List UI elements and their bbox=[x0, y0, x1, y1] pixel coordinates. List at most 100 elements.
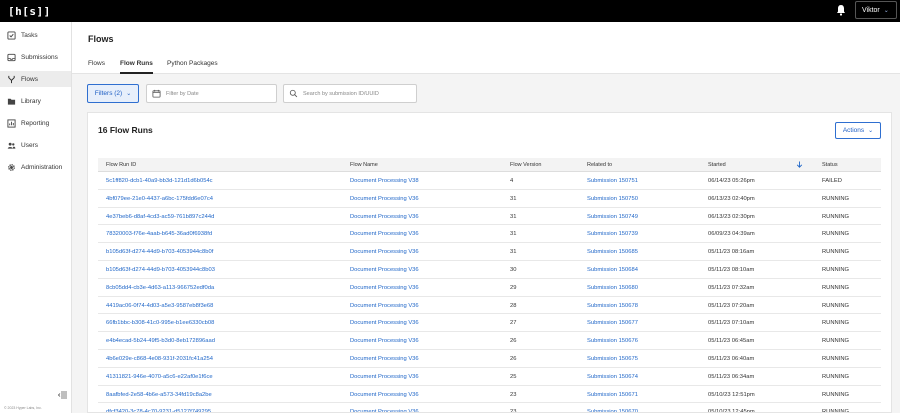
related-submission-link[interactable]: Submission 150670 bbox=[587, 409, 638, 412]
filters-button[interactable]: Filters (2) ⌄ bbox=[87, 84, 139, 103]
sidebar-item-users[interactable]: Users bbox=[0, 137, 71, 153]
related-submission-link[interactable]: Submission 150677 bbox=[587, 320, 638, 326]
flow-run-id-link[interactable]: e4b4ecad-5b24-49f5-b3d0-8eb172896aad bbox=[106, 338, 215, 344]
search-input[interactable] bbox=[303, 90, 413, 97]
column-header-started[interactable]: Started bbox=[708, 162, 726, 168]
started-cell: 06/14/23 05:26pm bbox=[708, 178, 755, 184]
flow-name-link[interactable]: Document Processing V36 bbox=[350, 409, 419, 412]
started-cell: 05/11/23 07:32am bbox=[708, 284, 755, 291]
flow-name-link[interactable]: Document Processing V36 bbox=[350, 231, 419, 237]
tab-python-packages[interactable]: Python Packages bbox=[167, 60, 218, 74]
column-header-flow-name[interactable]: Flow Name bbox=[350, 162, 378, 168]
table-row[interactable]: 8aafbfed-2e58-4b6e-a573-34fd19c8a2be Docu… bbox=[98, 386, 881, 404]
table-row[interactable]: 4bf079ee-21e0-4437-a6bc-175fdd6e07c4 Docu… bbox=[98, 190, 881, 208]
table-row[interactable]: e4b4ecad-5b24-49f5-b3d0-8eb172896aad Docu… bbox=[98, 332, 881, 350]
flow-run-id-link[interactable]: 78320003-f76e-4aab-b645-36ad0f6938fd bbox=[106, 231, 212, 237]
flow-version-cell: 31 bbox=[510, 249, 517, 256]
flow-run-id-link[interactable]: 4e37beb6-d8af-4cd3-ac59-761b897c244d bbox=[106, 214, 214, 220]
table-row[interactable]: 66fb1bbc-b308-41c0-995e-b1ee6330cb08 Docu… bbox=[98, 314, 881, 333]
flow-name-link[interactable]: Document Processing V36 bbox=[350, 249, 419, 255]
actions-button[interactable]: Actions ⌄ bbox=[835, 122, 881, 139]
table-row[interactable]: 78320003-f76e-4aab-b645-36ad0f6938fd Docu… bbox=[98, 225, 881, 244]
table-row[interactable]: b105d63f-d274-44d9-b703-4053944c8b0f Docu… bbox=[98, 243, 881, 261]
sidebar-item-administration[interactable]: Administration bbox=[0, 159, 71, 175]
table-row[interactable]: 4419ac06-0f74-4d03-a5e3-9587eb8f3e68 Docu… bbox=[98, 297, 881, 315]
related-submission-link[interactable]: Submission 150684 bbox=[587, 267, 638, 273]
flow-run-id-link[interactable]: 4b6e029e-c868-4e08-931f-2031fc41a254 bbox=[106, 356, 213, 362]
started-cell: 05/11/23 08:16am bbox=[708, 249, 755, 256]
started-cell: 05/11/23 06:40am bbox=[708, 355, 755, 362]
users-icon bbox=[7, 142, 16, 149]
table-row[interactable]: 4e37beb6-d8af-4cd3-ac59-761b897c244d Docu… bbox=[98, 208, 881, 226]
date-filter-field[interactable] bbox=[146, 84, 277, 103]
flow-name-link[interactable]: Document Processing V36 bbox=[350, 338, 419, 344]
flow-run-id-link[interactable]: 5c1ff820-dcb1-40a9-bb3d-121d1d6b054c bbox=[106, 178, 213, 184]
started-cell: 05/11/23 07:10am bbox=[708, 320, 755, 327]
app-logo[interactable]: [h[s]] bbox=[8, 5, 51, 18]
calendar-icon bbox=[152, 89, 161, 98]
chart-icon bbox=[7, 118, 16, 128]
table-row[interactable]: b105d63f-d274-44d9-b703-4053944c8b03 Docu… bbox=[98, 261, 881, 279]
related-submission-link[interactable]: Submission 150671 bbox=[587, 392, 638, 398]
column-header-related-to[interactable]: Related to bbox=[587, 162, 612, 168]
related-submission-link[interactable]: Submission 150739 bbox=[587, 231, 638, 237]
page-header: Flows Flows Flow Runs Python Packages bbox=[72, 22, 900, 74]
search-icon bbox=[289, 89, 298, 98]
flow-name-link[interactable]: Document Processing V36 bbox=[350, 196, 419, 202]
column-header-flow-version[interactable]: Flow Version bbox=[510, 162, 542, 168]
flow-run-id-link[interactable]: b105d63f-d274-44d9-b703-4053944c8b03 bbox=[106, 267, 215, 273]
flow-name-link[interactable]: Document Processing V36 bbox=[350, 320, 419, 326]
tab-flow-runs[interactable]: Flow Runs bbox=[120, 60, 153, 74]
column-header-flow-run-id[interactable]: Flow Run ID bbox=[106, 162, 136, 168]
flow-run-id-link[interactable]: 66fb1bbc-b308-41c0-995e-b1ee6330cb08 bbox=[106, 320, 214, 326]
sidebar-item-flows[interactable]: Flows bbox=[0, 71, 71, 87]
flow-name-link[interactable]: Document Processing V38 bbox=[350, 178, 419, 184]
flow-run-id-link[interactable]: 4bf079ee-21e0-4437-a6bc-175fdd6e07c4 bbox=[106, 196, 213, 202]
sidebar-item-label: Reporting bbox=[21, 119, 50, 127]
top-bar: [h[s]] Viktor ⌄ bbox=[0, 0, 900, 22]
sidebar-item-library[interactable]: Library bbox=[0, 93, 71, 109]
table-row[interactable]: 8cb05dd4-cb3e-4d63-a113-966752edf0da Docu… bbox=[98, 279, 881, 297]
table-row[interactable]: 5c1ff820-dcb1-40a9-bb3d-121d1d6b054c Docu… bbox=[98, 172, 881, 190]
flow-run-id-link[interactable]: b105d63f-d274-44d9-b703-4053944c8b0f bbox=[106, 249, 213, 255]
bell-icon[interactable] bbox=[836, 4, 846, 16]
flow-run-id-link[interactable]: 41311821-946e-4070-a5c6-e22af0e1f6ce bbox=[106, 374, 213, 380]
related-submission-link[interactable]: Submission 150675 bbox=[587, 356, 638, 362]
card-title: 16 Flow Runs bbox=[98, 125, 153, 135]
flow-name-link[interactable]: Document Processing V36 bbox=[350, 285, 419, 291]
sidebar-item-submissions[interactable]: Submissions bbox=[0, 49, 71, 65]
filters-label: Filters (2) bbox=[94, 90, 123, 97]
related-submission-link[interactable]: Submission 150749 bbox=[587, 214, 638, 220]
column-header-status[interactable]: Status bbox=[822, 162, 838, 168]
tab-flows[interactable]: Flows bbox=[88, 60, 105, 74]
sort-arrow-down-icon[interactable] bbox=[796, 161, 803, 168]
flow-name-link[interactable]: Document Processing V36 bbox=[350, 214, 419, 220]
related-submission-link[interactable]: Submission 150680 bbox=[587, 285, 638, 291]
flow-name-link[interactable]: Document Processing V36 bbox=[350, 374, 419, 380]
table-row[interactable]: 4b6e029e-c868-4e08-931f-2031fc41a254 Docu… bbox=[98, 350, 881, 368]
search-field[interactable] bbox=[283, 84, 417, 103]
sidebar-item-tasks[interactable]: Tasks bbox=[0, 27, 71, 43]
related-submission-link[interactable]: Submission 150751 bbox=[587, 178, 638, 184]
table-row[interactable]: 41311821-946e-4070-a5c6-e22af0e1f6ce Docu… bbox=[98, 368, 881, 386]
flow-run-id-link[interactable]: 8cb05dd4-cb3e-4d63-a113-966752edf0da bbox=[106, 285, 214, 291]
flow-name-link[interactable]: Document Processing V36 bbox=[350, 392, 419, 398]
flow-run-id-link[interactable]: dfcf3420-3c78-4c70-9231-d5127f749295 bbox=[106, 409, 211, 412]
sidebar-item-reporting[interactable]: Reporting bbox=[0, 115, 71, 131]
related-submission-link[interactable]: Submission 150676 bbox=[587, 338, 638, 344]
flow-version-cell: 23 bbox=[510, 409, 517, 413]
flow-name-link[interactable]: Document Processing V36 bbox=[350, 303, 419, 309]
flow-run-id-link[interactable]: 8aafbfed-2e58-4b6e-a573-34fd19c8a2be bbox=[106, 392, 212, 398]
user-menu-button[interactable]: Viktor ⌄ bbox=[855, 1, 897, 19]
table-row[interactable]: dfcf3420-3c78-4c70-9231-d5127f749295 Docu… bbox=[98, 403, 881, 413]
date-filter-input[interactable] bbox=[166, 90, 276, 97]
flow-name-link[interactable]: Document Processing V36 bbox=[350, 356, 419, 362]
started-cell: 06/13/23 02:40pm bbox=[708, 195, 755, 202]
related-submission-link[interactable]: Submission 150685 bbox=[587, 249, 638, 255]
flow-name-link[interactable]: Document Processing V36 bbox=[350, 267, 419, 273]
related-submission-link[interactable]: Submission 150678 bbox=[587, 303, 638, 309]
related-submission-link[interactable]: Submission 150674 bbox=[587, 374, 638, 380]
related-submission-link[interactable]: Submission 150750 bbox=[587, 196, 638, 202]
collapse-sidebar-icon[interactable] bbox=[58, 391, 67, 399]
flow-run-id-link[interactable]: 4419ac06-0f74-4d03-a5e3-9587eb8f3e68 bbox=[106, 303, 213, 309]
